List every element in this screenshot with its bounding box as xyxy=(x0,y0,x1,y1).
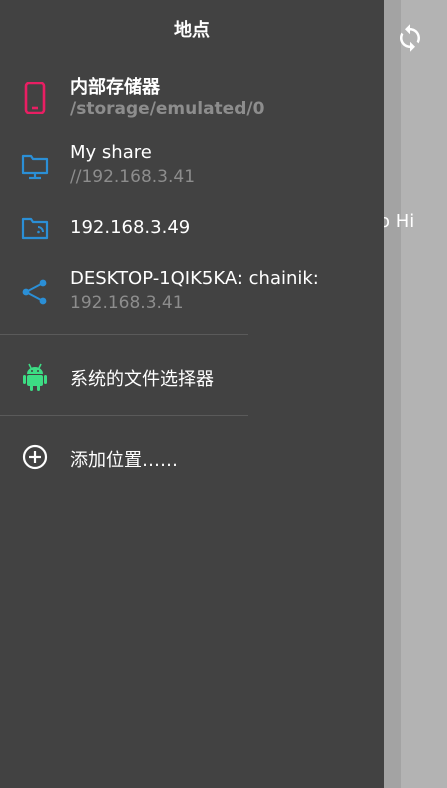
location-label: My share xyxy=(70,142,152,163)
refresh-icon xyxy=(400,24,420,52)
section-divider xyxy=(0,334,248,335)
location-system-file-picker[interactable]: 系统的文件选择器 xyxy=(0,356,384,398)
location-path: //192.168.3.41 xyxy=(70,167,196,187)
add-location-button[interactable]: 添加位置…… xyxy=(0,437,384,479)
desktop-folder-icon xyxy=(19,150,51,182)
drawer-title: 地点 xyxy=(174,20,210,41)
scrim-strip xyxy=(384,0,401,788)
location-path: /storage/emulated/0 xyxy=(70,99,265,119)
location-path: 192.168.3.41 xyxy=(70,293,184,313)
location-my-share[interactable]: My share //192.168.3.41 xyxy=(0,138,384,194)
refresh-button[interactable] xyxy=(394,22,426,54)
background-partial-text: o Hi xyxy=(384,211,415,232)
phone-icon xyxy=(19,82,51,114)
app-screen: o Hi 地点 内部存储器 /storage/emulated/0 My sha… xyxy=(0,0,447,788)
location-label: 内部存储器 xyxy=(70,77,160,98)
location-internal-storage[interactable]: 内部存储器 /storage/emulated/0 xyxy=(0,68,384,124)
share-icon xyxy=(19,276,51,308)
android-icon xyxy=(19,361,51,393)
add-circle-icon xyxy=(19,441,51,473)
locations-drawer: 地点 内部存储器 /storage/emulated/0 My share //… xyxy=(0,0,384,788)
section-divider xyxy=(0,415,248,416)
location-label: 添加位置…… xyxy=(70,450,178,471)
background-content[interactable]: o Hi xyxy=(384,0,447,788)
location-label: 系统的文件选择器 xyxy=(70,369,214,390)
network-folder-icon xyxy=(19,212,51,244)
location-label: DESKTOP-1QIK5KA: chainik: xyxy=(70,268,319,289)
location-label: 192.168.3.49 xyxy=(70,217,191,238)
location-desktop-share[interactable]: DESKTOP-1QIK5KA: chainik: 192.168.3.41 xyxy=(0,264,384,320)
location-192-168-3-49[interactable]: 192.168.3.49 xyxy=(0,208,384,248)
